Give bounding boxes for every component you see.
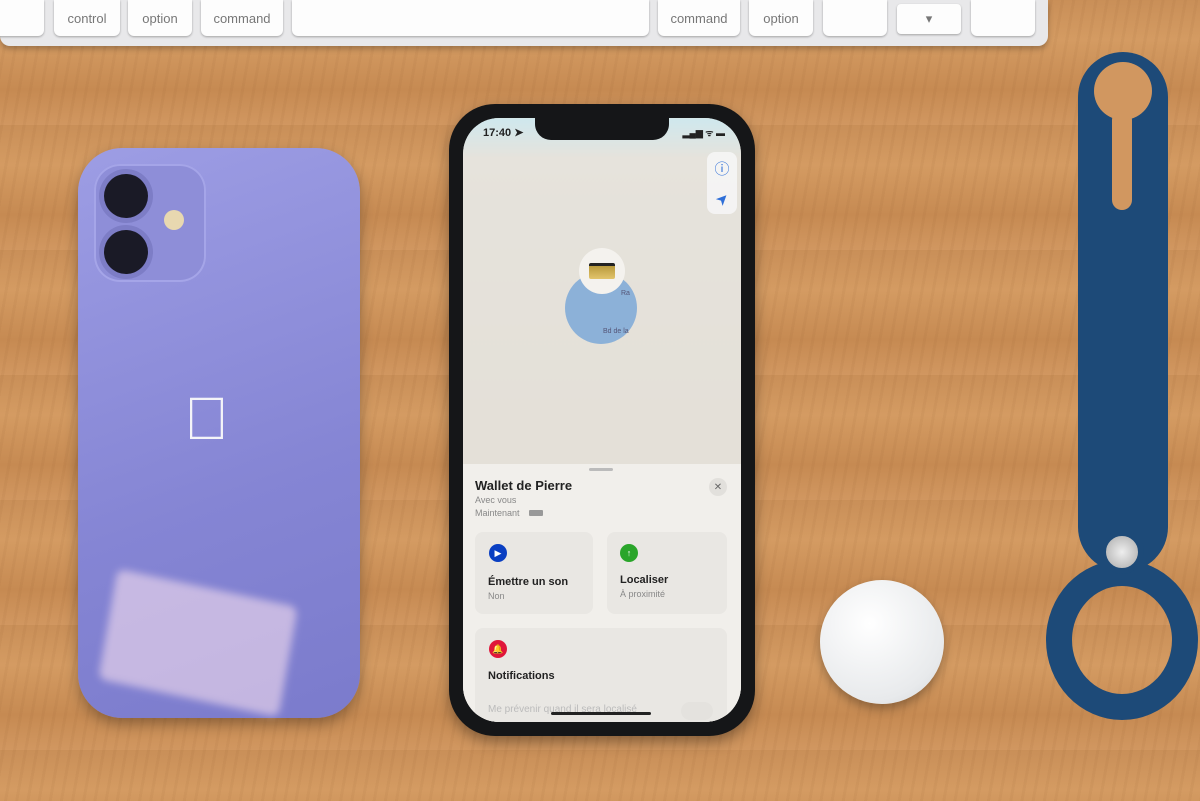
key-down: ▾ bbox=[897, 4, 961, 34]
light-reflection bbox=[98, 568, 298, 718]
notch bbox=[535, 118, 669, 140]
tile-sub: À proximité bbox=[620, 589, 666, 599]
play-icon: ▶ bbox=[489, 544, 507, 562]
find-tile[interactable]: ↑ Localiser À proximité bbox=[607, 532, 727, 614]
wallet-pin[interactable] bbox=[579, 248, 625, 294]
key-space bbox=[292, 0, 649, 36]
item-title: Wallet de Pierre bbox=[475, 478, 573, 493]
screen: 17:40 ➤ ▂▄▆ ᯤ ▬ ⓘ ➤ Ra Bd de la Wallet d… bbox=[463, 118, 741, 722]
notifications-label: Notifications bbox=[488, 670, 555, 682]
street-label: Bd de la bbox=[603, 328, 629, 335]
item-time: Maintenant bbox=[475, 508, 520, 518]
close-button[interactable]: ✕ bbox=[709, 478, 727, 496]
airtag bbox=[820, 580, 944, 704]
camera-lens bbox=[104, 174, 148, 218]
keyboard: control option command command option ▾ bbox=[0, 0, 1048, 46]
camera-module bbox=[94, 164, 206, 282]
key-option: option bbox=[128, 0, 192, 36]
credit-card-icon bbox=[589, 263, 615, 279]
notifications-tile: 🔔 Notifications Me prévenir quand il ser… bbox=[475, 628, 727, 722]
key-control: control bbox=[54, 0, 120, 36]
sheet-grabber[interactable] bbox=[589, 468, 613, 471]
home-indicator bbox=[551, 712, 651, 715]
purple-iphone:  bbox=[78, 148, 360, 718]
map-controls: ⓘ ➤ bbox=[707, 152, 737, 214]
item-subtitle: Avec vous bbox=[475, 495, 517, 505]
camera-lens bbox=[104, 230, 148, 274]
play-sound-tile[interactable]: ▶ Émettre un son Non bbox=[475, 532, 593, 614]
status-icons: ▂▄▆ ᯤ ▬ bbox=[682, 128, 725, 138]
flash bbox=[164, 210, 184, 230]
battery-icon bbox=[529, 510, 543, 516]
arrow-up-icon: ↑ bbox=[620, 544, 638, 562]
tile-sub: Non bbox=[488, 591, 505, 601]
loop-ring bbox=[1046, 560, 1198, 720]
key-left bbox=[823, 0, 887, 36]
tile-label: Émettre un son bbox=[488, 576, 569, 588]
loop-rivet bbox=[1100, 530, 1144, 574]
status-time: 17:40 ➤ bbox=[483, 127, 524, 139]
key-option-right: option bbox=[749, 0, 813, 36]
street-label: Ra bbox=[621, 290, 630, 297]
location-arrow-icon[interactable]: ➤ bbox=[711, 188, 733, 210]
notify-toggle[interactable] bbox=[681, 702, 713, 720]
key-right bbox=[971, 0, 1035, 36]
iphone-find-my: 17:40 ➤ ▂▄▆ ᯤ ▬ ⓘ ➤ Ra Bd de la Wallet d… bbox=[449, 104, 755, 736]
loop-slot bbox=[1112, 110, 1132, 210]
apple-logo-icon:  bbox=[184, 384, 229, 453]
info-icon[interactable]: ⓘ bbox=[714, 158, 729, 179]
item-sheet: Wallet de Pierre Avec vous Maintenant ✕ … bbox=[463, 464, 741, 722]
tile-label: Localiser bbox=[620, 574, 669, 586]
bell-icon: 🔔 bbox=[489, 640, 507, 658]
key-command: command bbox=[201, 0, 283, 36]
key-command-right: command bbox=[658, 0, 740, 36]
key bbox=[0, 0, 44, 36]
